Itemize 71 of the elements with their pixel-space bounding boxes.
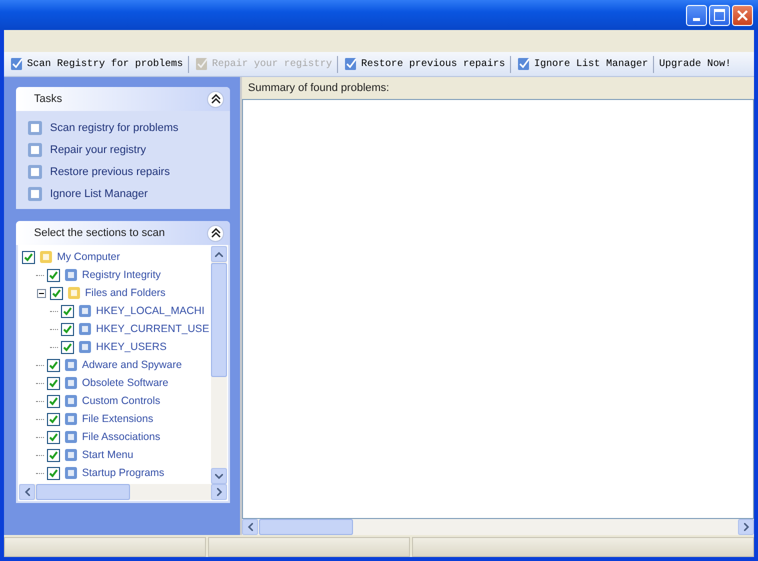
chevron-icon (210, 228, 220, 238)
item-icon (77, 339, 93, 355)
toolbar-button[interactable]: Scan Registry for problems (6, 56, 186, 72)
checkbox[interactable] (47, 412, 60, 426)
toolbar-button[interactable]: Restore previous repairs (340, 56, 508, 72)
checkbox[interactable] (61, 304, 74, 318)
collapse-button[interactable] (207, 224, 224, 242)
checkbox[interactable] (50, 286, 63, 300)
collapse-button[interactable] (207, 90, 224, 108)
task-icon (26, 119, 44, 137)
close-button[interactable] (732, 4, 753, 26)
item-icon (77, 321, 93, 337)
tool-icon (194, 56, 210, 72)
tree-item[interactable]: HKEY_USERS (96, 341, 167, 353)
task-icon (26, 185, 44, 203)
checkbox[interactable] (47, 394, 60, 408)
task-link[interactable]: Restore previous repairs (26, 163, 220, 181)
tree-item[interactable]: Start Menu (82, 449, 134, 461)
checkbox[interactable] (47, 430, 60, 444)
toolbar-button[interactable]: Upgrade Now! (656, 58, 734, 70)
checkbox[interactable] (61, 322, 74, 336)
item-icon (63, 375, 79, 391)
tool-icon (9, 56, 25, 72)
vertical-scrollbar[interactable] (211, 246, 227, 484)
close-icon (736, 8, 749, 22)
tree-item[interactable]: File Associations (82, 431, 160, 443)
toolbar-button[interactable]: Ignore List Manager (513, 56, 652, 72)
task-icon (26, 141, 44, 159)
checkbox[interactable] (61, 340, 74, 354)
checkmark-icon (24, 252, 33, 262)
item-icon (63, 411, 79, 427)
tree-item[interactable]: Files and Folders (85, 287, 166, 299)
summary-header: Summary of found problems: (247, 81, 390, 96)
item-icon (66, 285, 82, 301)
item-icon (77, 303, 93, 319)
expander[interactable] (36, 288, 47, 298)
tree-item[interactable]: HKEY_LOCAL_MACHI (96, 305, 205, 317)
chevron-icon (210, 94, 220, 104)
task-link[interactable]: Ignore List Manager (26, 185, 220, 203)
tree-item[interactable]: Startup Programs (82, 467, 164, 479)
task-icon (26, 163, 44, 181)
checkbox[interactable] (47, 448, 60, 462)
item-icon (38, 249, 54, 265)
horizontal-scrollbar[interactable] (19, 484, 227, 500)
tree-item[interactable]: My Computer (57, 251, 120, 263)
tool-icon (516, 56, 532, 72)
checkbox[interactable] (47, 358, 60, 372)
checkbox[interactable] (47, 268, 60, 282)
item-icon (63, 357, 79, 373)
item-icon (63, 393, 79, 409)
tree-item[interactable]: File Extensions (82, 413, 154, 425)
tree-item[interactable]: Registry Integrity (82, 269, 161, 281)
item-icon (63, 465, 79, 481)
tree-item[interactable]: HKEY_CURRENT_USE (96, 323, 210, 335)
checkbox[interactable] (47, 376, 60, 390)
tree-item[interactable]: Adware and Spyware (82, 359, 182, 371)
item-icon (63, 267, 79, 283)
item-icon (63, 429, 79, 445)
horizontal-scrollbar[interactable] (242, 519, 754, 535)
task-link[interactable]: Scan registry for problems (26, 119, 220, 137)
item-icon (63, 447, 79, 463)
task-link[interactable]: Repair your registry (26, 141, 220, 159)
card-title: Select the sections to scan (34, 227, 165, 239)
tree-item[interactable]: Obsolete Software (82, 377, 168, 389)
checkbox[interactable] (22, 250, 35, 264)
minimize-button[interactable] (686, 4, 707, 26)
card-title: Tasks (34, 93, 62, 105)
tool-icon (343, 56, 360, 72)
maximize-button[interactable] (709, 4, 730, 26)
tree-item[interactable]: Custom Controls (82, 395, 160, 407)
checkbox[interactable] (47, 466, 60, 480)
